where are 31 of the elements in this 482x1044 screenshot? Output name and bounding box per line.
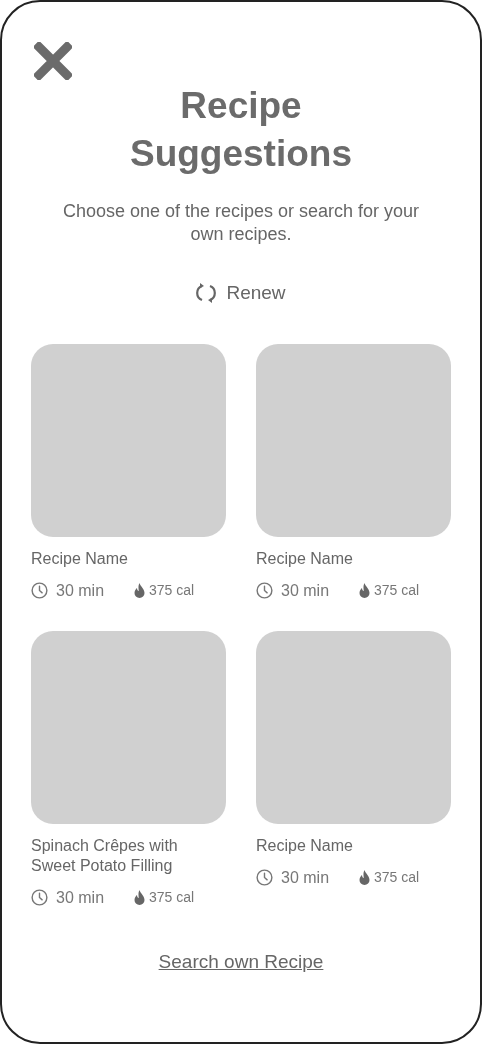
cooking-time: 30 min xyxy=(281,580,330,601)
image-placeholder[interactable] xyxy=(256,630,451,824)
recipe-name: Spinach Crêpes with Sweet Potato Filling xyxy=(31,835,179,876)
cooking-time: 30 min xyxy=(56,580,105,601)
search-own-recipe-link[interactable]: Search own Recipe xyxy=(158,947,324,976)
recipe-name: Recipe Name xyxy=(256,835,354,856)
image-placeholder[interactable] xyxy=(256,343,451,537)
recipe-name: Recipe Name xyxy=(31,548,129,569)
flame-icon xyxy=(359,870,371,885)
flame-icon xyxy=(134,890,146,905)
image-placeholder[interactable] xyxy=(31,343,226,537)
cooking-time: 30 min xyxy=(56,887,105,908)
image-placeholder[interactable] xyxy=(31,630,226,824)
calories: 375 cal xyxy=(374,581,420,600)
flame-icon xyxy=(359,583,371,598)
refresh-icon xyxy=(196,282,217,305)
close-icon xyxy=(34,42,72,80)
clock-icon xyxy=(256,582,273,599)
calories: 375 cal xyxy=(149,888,195,907)
page-subtitle: Choose one of the recipes or search for your own recipes. xyxy=(61,200,421,246)
clock-icon xyxy=(31,889,48,906)
page-title: Recipe Suggestions xyxy=(129,84,353,176)
renew-button[interactable]: Renew xyxy=(196,279,286,308)
clock-icon xyxy=(31,582,48,599)
calories: 375 cal xyxy=(149,581,195,600)
close-button[interactable] xyxy=(33,42,73,80)
calories: 375 cal xyxy=(374,868,420,887)
flame-icon xyxy=(134,583,146,598)
clock-icon xyxy=(256,869,273,886)
cooking-time: 30 min xyxy=(281,867,330,888)
recipe-name: Recipe Name xyxy=(256,548,354,569)
